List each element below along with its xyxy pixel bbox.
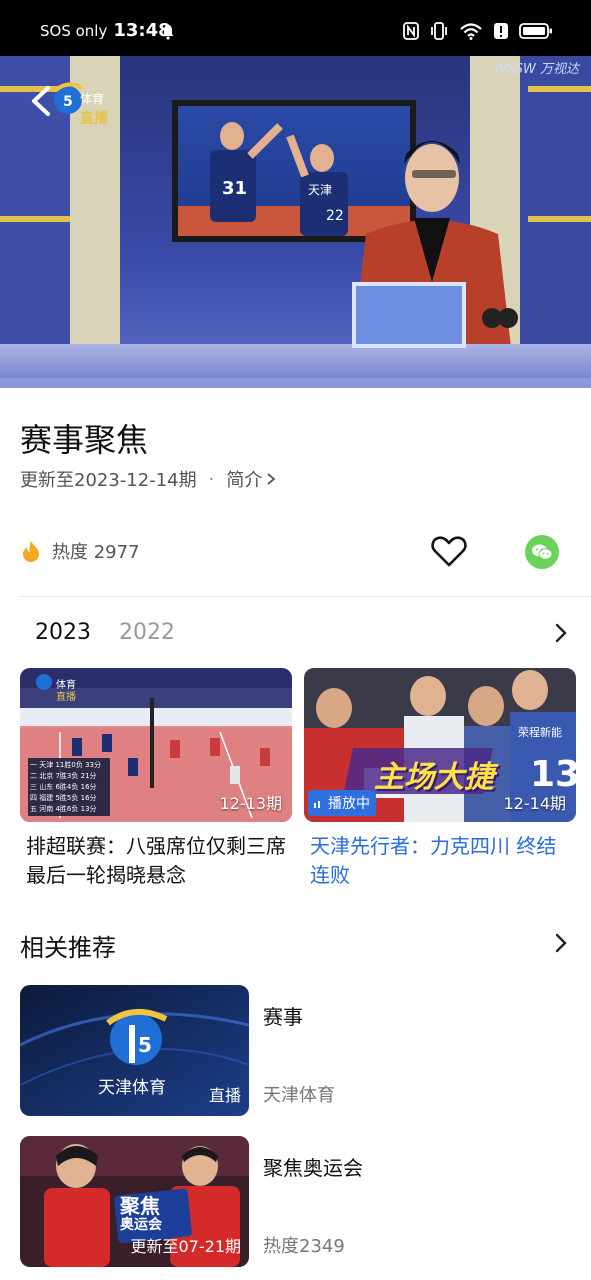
episode-title: 天津先行者：力克四川 终结连败 <box>310 834 557 887</box>
thumb-update-label: 更新至07-21期 <box>130 1237 242 1256</box>
thumb-live: 直播 <box>56 692 76 703</box>
scoreboard: 一 天津 11胜0负 33分 二 北京 7胜3负 21分 三 山东 6胜4负 1… <box>30 760 110 815</box>
thumb-caption: 主场大捷 <box>374 760 494 795</box>
status-bar: SOS only 13:48 <box>0 0 591 56</box>
scoreboard-row: 三 山东 6胜4负 16分 <box>30 783 97 791</box>
heat-label: 热度 2977 <box>52 542 140 563</box>
episode-card-playing[interactable]: 13 荣程新能 主场大捷 播放中 12-14期 天津先行者：力克四川 终结连败 <box>304 668 576 890</box>
update-row: 更新至2023-12-14期 · 简介 <box>20 466 276 492</box>
related-item[interactable]: 5 天津体育 直播 赛事 天津体育 <box>20 985 580 1117</box>
status-icons <box>403 22 553 40</box>
scoreboard-row: 四 福建 5胜5负 16分 <box>30 794 97 802</box>
jersey-sponsor: 荣程新能 <box>518 726 562 739</box>
tab-2022[interactable]: 2022 <box>119 620 175 645</box>
thumb-logo-number: 5 <box>138 1033 152 1057</box>
episode-date-badge: 12-13期 <box>219 794 283 813</box>
chevron-right-icon <box>267 473 276 485</box>
show-title: 赛事聚焦 <box>20 421 149 459</box>
carrier-label: SOS only <box>40 22 108 40</box>
separator: · <box>208 468 215 490</box>
flame-icon <box>23 541 39 562</box>
favorite-button[interactable] <box>430 532 468 570</box>
year-more-chevron-icon[interactable] <box>552 622 570 644</box>
status-left: SOS only 13:48 <box>40 20 171 41</box>
wechat-share-button[interactable] <box>525 535 559 569</box>
episode-thumbnail: 体育 直播 一 天津 11胜0负 33分 二 北京 7胜3负 21分 三 山东 … <box>20 668 292 822</box>
heat-row: 热度 2977 <box>20 538 140 564</box>
playing-label: 播放中 <box>328 796 370 812</box>
thumb-caption-line2: 奥运会 <box>120 1217 162 1233</box>
divider <box>20 596 591 597</box>
related-thumbnail: 5 天津体育 直播 <box>20 985 249 1116</box>
live-label: 直播 <box>80 111 108 127</box>
update-text: 更新至2023-12-14期 <box>20 470 197 491</box>
jersey-team: 天津 <box>308 183 332 197</box>
episode-thumbnail: 13 荣程新能 主场大捷 播放中 12-14期 <box>304 668 576 822</box>
channel-name: 体育 <box>80 92 105 106</box>
jersey-number: 13 <box>530 754 576 795</box>
intro-link[interactable]: 简介 <box>226 466 276 492</box>
episode-title: 排超联赛：八强席位仅剩三席 最后一轮揭晓悬念 <box>26 834 286 887</box>
jersey-number: 31 <box>222 178 247 199</box>
wechat-icon <box>532 544 553 560</box>
thumb-logo-text: 天津体育 <box>98 1078 166 1098</box>
svg-text:5: 5 <box>63 94 73 110</box>
thumb-live-label: 直播 <box>208 1086 241 1105</box>
playing-badge: 播放中 <box>308 790 376 816</box>
tab-2023[interactable]: 2023 <box>35 620 91 645</box>
scoreboard-row: 二 北京 7胜3负 21分 <box>30 772 97 780</box>
related-title: 赛事 <box>263 1005 303 1029</box>
bell-icon <box>162 25 174 40</box>
nfc-icon <box>403 22 419 40</box>
wifi-icon <box>460 23 482 40</box>
related-subtitle: 天津体育 <box>263 1085 335 1106</box>
broadcaster-logo: WSSW 万视达 <box>494 62 579 77</box>
related-thumbnail: 聚焦 奥运会 更新至07-21期 <box>20 1136 249 1267</box>
related-item[interactable]: 聚焦 奥运会 更新至07-21期 聚焦奥运会 热度2349 <box>20 1136 580 1268</box>
year-tabs: 2023 2022 <box>35 620 175 645</box>
video-player[interactable]: 31 天津 22 5 体育 直播 WSSW 万视达 <box>0 56 591 388</box>
jersey-number: 22 <box>326 208 344 224</box>
scoreboard-row: 一 天津 11胜0负 33分 <box>30 761 101 769</box>
episode-card[interactable]: 体育 直播 一 天津 11胜0负 33分 二 北京 7胜3负 21分 三 山东 … <box>20 668 292 890</box>
intro-label: 简介 <box>226 470 263 491</box>
related-subtitle: 热度2349 <box>263 1236 345 1257</box>
related-section-title: 相关推荐 <box>20 934 116 962</box>
episode-date-badge: 12-14期 <box>503 794 567 813</box>
related-title: 聚焦奥运会 <box>263 1156 363 1180</box>
alert-icon <box>494 23 508 39</box>
vibrate-icon <box>431 22 447 40</box>
battery-icon <box>519 23 552 39</box>
equalizer-icon <box>314 801 320 808</box>
scoreboard-row: 五 河南 4胜6负 13分 <box>30 805 97 813</box>
related-more-chevron-icon[interactable] <box>552 932 570 954</box>
